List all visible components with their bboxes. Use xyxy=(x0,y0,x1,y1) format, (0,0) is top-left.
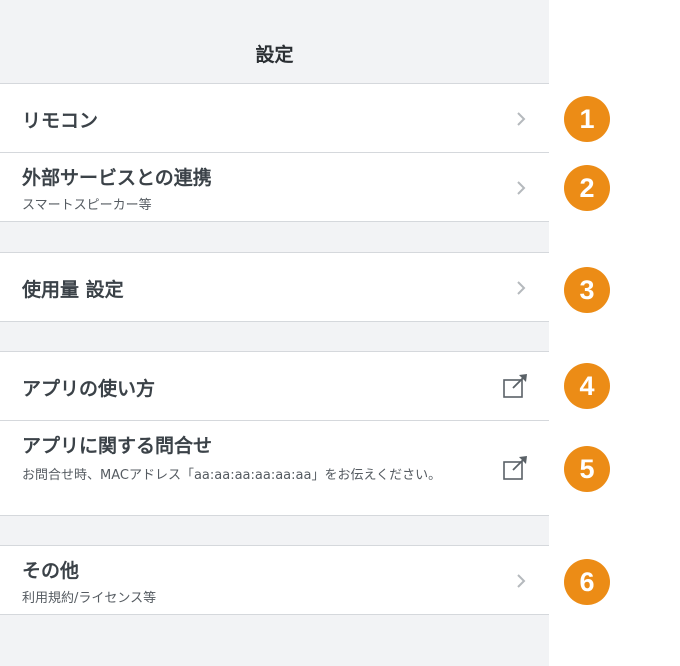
callout-badge-5: 5 xyxy=(564,446,610,492)
menu-item-external-services[interactable]: 外部サービスとの連携 スマートスピーカー等 xyxy=(0,153,549,222)
chevron-right-icon xyxy=(517,181,526,195)
external-link-icon xyxy=(503,374,527,398)
menu-item-label: リモコン xyxy=(22,110,99,132)
menu-item-sublabel: 利用規約/ライセンス等 xyxy=(22,591,157,606)
menu-item-usage-settings[interactable]: 使用量 設定 xyxy=(0,252,549,322)
page-title: 設定 xyxy=(255,44,294,66)
chevron-right-icon xyxy=(517,574,526,588)
menu-item-sublabel: お問合せ時、MACアドレス「aa:aa:aa:aa:aa:aa」をお伝えください… xyxy=(22,468,442,483)
menu-item-other[interactable]: その他 利用規約/ライセンス等 xyxy=(0,545,549,615)
chevron-right-icon xyxy=(517,112,526,126)
menu-item-label: その他 xyxy=(22,560,80,582)
menu-item-sublabel: スマートスピーカー等 xyxy=(22,198,152,213)
menu-item-label: アプリに関する問合せ xyxy=(22,435,213,457)
menu-item-contact[interactable]: アプリに関する問合せ お問合せ時、MACアドレス「aa:aa:aa:aa:aa:… xyxy=(0,421,549,516)
header-bar: 設定 xyxy=(0,0,549,84)
chevron-right-icon xyxy=(517,281,526,295)
menu-item-label: 外部サービスとの連携 xyxy=(22,167,212,189)
callout-badge-6: 6 xyxy=(564,559,610,605)
callout-badge-3: 3 xyxy=(564,267,610,313)
menu-item-how-to-use[interactable]: アプリの使い方 xyxy=(0,351,549,421)
menu-item-label: 使用量 設定 xyxy=(22,279,124,301)
menu-item-label: アプリの使い方 xyxy=(22,378,156,400)
external-link-icon xyxy=(503,456,527,480)
menu-item-remote[interactable]: リモコン xyxy=(0,84,549,153)
callout-badge-4: 4 xyxy=(564,363,610,409)
callout-badge-1: 1 xyxy=(564,96,610,142)
callout-badge-2: 2 xyxy=(564,165,610,211)
